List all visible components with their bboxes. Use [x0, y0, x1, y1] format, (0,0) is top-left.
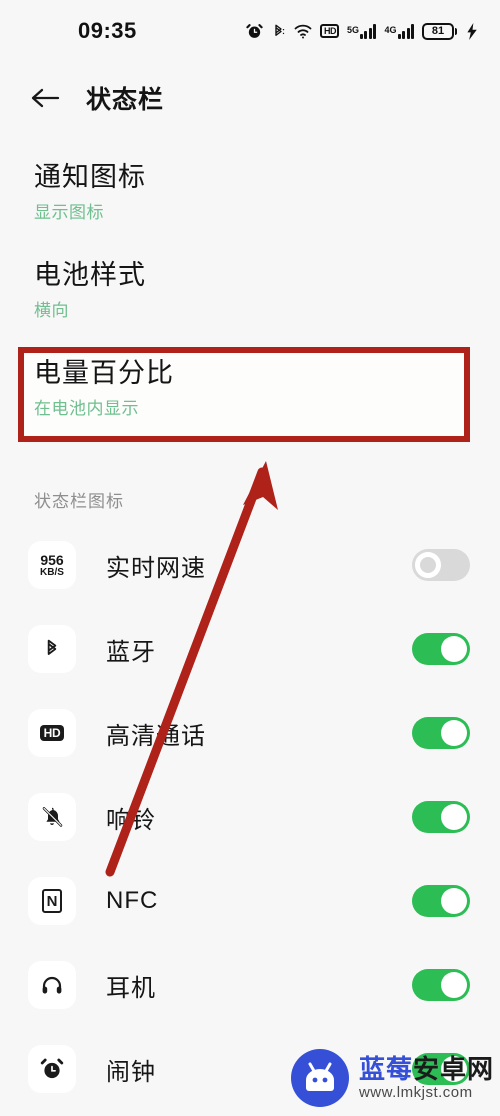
network-speed-unit: KB/S — [40, 566, 64, 578]
list-item-nfc[interactable]: N NFC — [0, 859, 500, 943]
signal-bars — [359, 23, 377, 39]
alarm-icon — [246, 23, 263, 40]
page-header: 状态栏 — [0, 62, 500, 134]
list-item-label: NFC — [106, 887, 159, 914]
setting-title: 电量百分比 — [34, 358, 174, 388]
watermark-title: 蓝莓安卓网 — [359, 1056, 494, 1082]
list-item-label: 实时网速 — [106, 554, 206, 582]
signal-5g-label: 5G — [346, 24, 359, 35]
list-item-network-speed[interactable]: 956 KB/S 实时网速 — [0, 523, 500, 607]
toggle-network-speed[interactable] — [412, 549, 470, 581]
battery-cap — [455, 27, 457, 35]
watermark-text: 蓝莓安卓网 www.lmkjst.com — [359, 1056, 494, 1100]
nfc-label: N — [42, 889, 62, 913]
list-item-label: 响铃 — [106, 806, 156, 834]
network-speed-icon: 956 KB/S — [28, 541, 76, 589]
status-bar: 09:35 HD 5G 4G 81 — [0, 0, 500, 62]
setting-battery-percentage[interactable]: 电量百分比 在电池内显示 — [0, 356, 500, 420]
setting-subtitle: 横向 — [34, 301, 69, 320]
bluetooth-icon — [271, 23, 286, 40]
setting-title: 通知图标 — [34, 162, 146, 192]
status-bar-icons: HD 5G 4G 81 — [246, 19, 478, 43]
battery-body: 81 — [422, 22, 454, 40]
phone-screen: 09:35 HD 5G 4G 81 状态栏 通知图标 显示图标 电池样式 横向 … — [0, 0, 500, 1111]
hd-call-icon: HD — [28, 709, 76, 757]
bluetooth-icon — [28, 625, 76, 673]
setting-notification-icons[interactable]: 通知图标 显示图标 — [0, 160, 500, 224]
setting-battery-style[interactable]: 电池样式 横向 — [0, 258, 500, 322]
list-item-label: 耳机 — [106, 974, 156, 1002]
headphones-icon — [28, 961, 76, 1009]
nfc-icon: N — [28, 877, 76, 925]
toggle-ringer[interactable] — [412, 801, 470, 833]
status-bar-clock: 09:35 — [78, 18, 137, 43]
setting-subtitle: 在电池内显示 — [34, 399, 139, 418]
setting-title: 电池样式 — [34, 260, 146, 290]
setting-subtitle: 显示图标 — [34, 203, 104, 222]
toggle-bluetooth[interactable] — [412, 633, 470, 665]
network-speed-value: 956 — [40, 551, 64, 568]
status-bar-icon-list: 956 KB/S 实时网速 蓝牙 HD 高清通话 响铃 N NFC 耳机 闹钟 — [0, 523, 500, 1111]
watermark-title-blue: 蓝莓 — [358, 1054, 413, 1084]
battery-percentage: 81 — [431, 24, 445, 37]
toggle-headphones[interactable] — [412, 969, 470, 1001]
watermark-logo-icon — [290, 1049, 349, 1107]
battery-icon: 81 — [422, 22, 457, 40]
list-item-headphones[interactable]: 耳机 — [0, 943, 500, 1027]
bell-muted-icon — [28, 793, 76, 841]
toggle-nfc[interactable] — [412, 885, 470, 917]
list-item-bluetooth[interactable]: 蓝牙 — [0, 607, 500, 691]
wifi-icon — [294, 24, 312, 39]
watermark-title-dark: 安卓网 — [412, 1054, 494, 1084]
signal-5g-icon: 5G — [346, 23, 377, 39]
watermark: 蓝莓安卓网 www.lmkjst.com — [290, 1049, 494, 1107]
back-arrow-icon[interactable] — [28, 81, 62, 115]
list-item-hd-call[interactable]: HD 高清通话 — [0, 691, 500, 775]
page-title: 状态栏 — [86, 86, 165, 114]
signal-bars — [397, 23, 414, 39]
hd-call-icon: HD — [319, 24, 339, 38]
list-item-label: 蓝牙 — [106, 638, 156, 666]
signal-4g-label: 4G — [384, 24, 397, 35]
signal-4g-icon: 4G — [384, 23, 414, 39]
charging-bolt-icon — [467, 22, 478, 40]
alarm-icon — [28, 1045, 76, 1093]
section-label-status-bar-icons: 状态栏图标 — [34, 492, 124, 511]
list-item-label: 高清通话 — [106, 722, 206, 750]
hd-call-label: HD — [39, 725, 65, 741]
toggle-hd-call[interactable] — [412, 717, 470, 749]
watermark-url: www.lmkjst.com — [358, 1084, 473, 1101]
list-item-ringer[interactable]: 响铃 — [0, 775, 500, 859]
